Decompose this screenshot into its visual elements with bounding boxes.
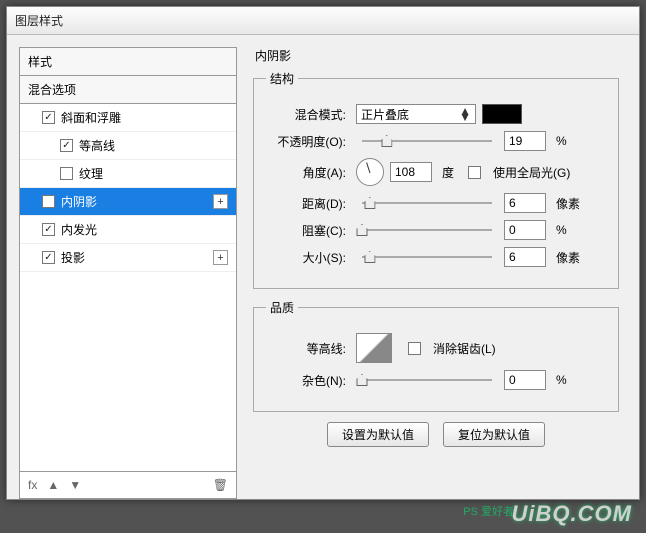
size-slider[interactable]: [362, 249, 492, 265]
quality-legend: 品质: [266, 299, 298, 316]
choke-label: 阻塞(C):: [266, 222, 346, 239]
bevel-item[interactable]: 斜面和浮雕: [20, 104, 236, 132]
opacity-input[interactable]: 19: [504, 131, 546, 151]
section-title: 内阴影: [255, 47, 619, 64]
noise-label: 杂色(N):: [266, 372, 346, 389]
drop-shadow-label: 投影: [61, 249, 213, 266]
noise-unit: %: [556, 373, 567, 387]
inner-glow-item[interactable]: 内发光: [20, 216, 236, 244]
blend-mode-value: 正片叠底: [361, 106, 409, 123]
select-arrows-icon: ▲▼: [459, 108, 471, 120]
noise-slider[interactable]: [362, 372, 492, 388]
texture-label: 纹理: [79, 165, 228, 182]
reset-default-button[interactable]: 复位为默认值: [443, 422, 545, 447]
watermark-sub: PS 爱好者: [463, 503, 514, 519]
noise-input[interactable]: 0: [504, 370, 546, 390]
styles-header[interactable]: 样式: [20, 48, 236, 76]
angle-label: 角度(A):: [266, 164, 346, 181]
angle-input[interactable]: 108: [390, 162, 432, 182]
default-buttons: 设置为默认值 复位为默认值: [253, 422, 619, 447]
opacity-label: 不透明度(O):: [266, 133, 346, 150]
size-unit: 像素: [556, 249, 580, 266]
effects-list: 样式 混合选项 斜面和浮雕 等高线 纹理 内阴影 +: [19, 47, 237, 499]
contour-picker[interactable]: [356, 333, 392, 363]
antialias-label: 消除锯齿(L): [433, 340, 496, 357]
watermark: UiBQ.COM: [512, 501, 632, 527]
add-inner-shadow-icon[interactable]: +: [213, 194, 228, 209]
distance-row: 距离(D): 6 像素: [266, 193, 606, 213]
texture-item[interactable]: 纹理: [20, 160, 236, 188]
size-row: 大小(S): 6 像素: [266, 247, 606, 267]
global-light-label: 使用全局光(G): [493, 164, 570, 181]
bevel-checkbox[interactable]: [42, 111, 55, 124]
distance-slider[interactable]: [362, 195, 492, 211]
choke-row: 阻塞(C): 0 %: [266, 220, 606, 240]
inner-glow-label: 内发光: [61, 221, 228, 238]
size-label: 大小(S):: [266, 249, 346, 266]
choke-input[interactable]: 0: [504, 220, 546, 240]
effects-footer: fx ▲ ▼ 🗑: [20, 471, 236, 498]
choke-unit: %: [556, 223, 567, 237]
titlebar[interactable]: 图层样式: [7, 7, 639, 35]
inner-shadow-checkbox[interactable]: [42, 195, 55, 208]
set-default-button[interactable]: 设置为默认值: [327, 422, 429, 447]
contour-row: 等高线: 消除锯齿(L): [266, 333, 606, 363]
quality-contour-label: 等高线:: [266, 340, 346, 357]
styles-header-label: 样式: [28, 53, 228, 70]
quality-group: 品质 等高线: 消除锯齿(L) 杂色(N): 0 %: [253, 299, 619, 412]
opacity-unit: %: [556, 134, 567, 148]
blend-options-item[interactable]: 混合选项: [20, 76, 236, 104]
blend-mode-select[interactable]: 正片叠底 ▲▼: [356, 104, 476, 124]
drop-shadow-checkbox[interactable]: [42, 251, 55, 264]
angle-dial[interactable]: [356, 158, 384, 186]
opacity-row: 不透明度(O): 19 %: [266, 131, 606, 151]
blend-options-label: 混合选项: [28, 81, 228, 98]
global-light-checkbox[interactable]: [468, 166, 481, 179]
distance-input[interactable]: 6: [504, 193, 546, 213]
drop-shadow-item[interactable]: 投影 +: [20, 244, 236, 272]
distance-label: 距离(D):: [266, 195, 346, 212]
structure-group: 结构 混合模式: 正片叠底 ▲▼ 不透明度(O): 19 % 角度(: [253, 70, 619, 289]
opacity-slider[interactable]: [362, 133, 492, 149]
inner-shadow-item[interactable]: 内阴影 +: [20, 188, 236, 216]
trash-icon[interactable]: 🗑: [213, 478, 228, 492]
contour-label: 等高线: [79, 137, 228, 154]
add-drop-shadow-icon[interactable]: +: [213, 250, 228, 265]
layer-style-dialog: 图层样式 样式 混合选项 斜面和浮雕 等高线 纹理: [6, 6, 640, 500]
fx-icon[interactable]: fx: [28, 478, 37, 492]
structure-legend: 结构: [266, 70, 298, 87]
size-input[interactable]: 6: [504, 247, 546, 267]
angle-row: 角度(A): 108 度 使用全局光(G): [266, 158, 606, 186]
dialog-content: 样式 混合选项 斜面和浮雕 等高线 纹理 内阴影 +: [7, 35, 639, 499]
choke-slider[interactable]: [362, 222, 492, 238]
bevel-label: 斜面和浮雕: [61, 109, 228, 126]
blend-mode-label: 混合模式:: [266, 106, 346, 123]
settings-panel: 内阴影 结构 混合模式: 正片叠底 ▲▼ 不透明度(O): 19 %: [237, 47, 627, 499]
distance-unit: 像素: [556, 195, 580, 212]
contour-checkbox[interactable]: [60, 139, 73, 152]
antialias-checkbox[interactable]: [408, 342, 421, 355]
inner-glow-checkbox[interactable]: [42, 223, 55, 236]
up-icon[interactable]: ▲: [47, 478, 59, 492]
window-title: 图层样式: [15, 12, 63, 29]
inner-shadow-label: 内阴影: [61, 193, 213, 210]
blend-mode-row: 混合模式: 正片叠底 ▲▼: [266, 104, 606, 124]
angle-unit: 度: [442, 164, 454, 181]
texture-checkbox[interactable]: [60, 167, 73, 180]
noise-row: 杂色(N): 0 %: [266, 370, 606, 390]
shadow-color-swatch[interactable]: [482, 104, 522, 124]
contour-item[interactable]: 等高线: [20, 132, 236, 160]
down-icon[interactable]: ▼: [69, 478, 81, 492]
